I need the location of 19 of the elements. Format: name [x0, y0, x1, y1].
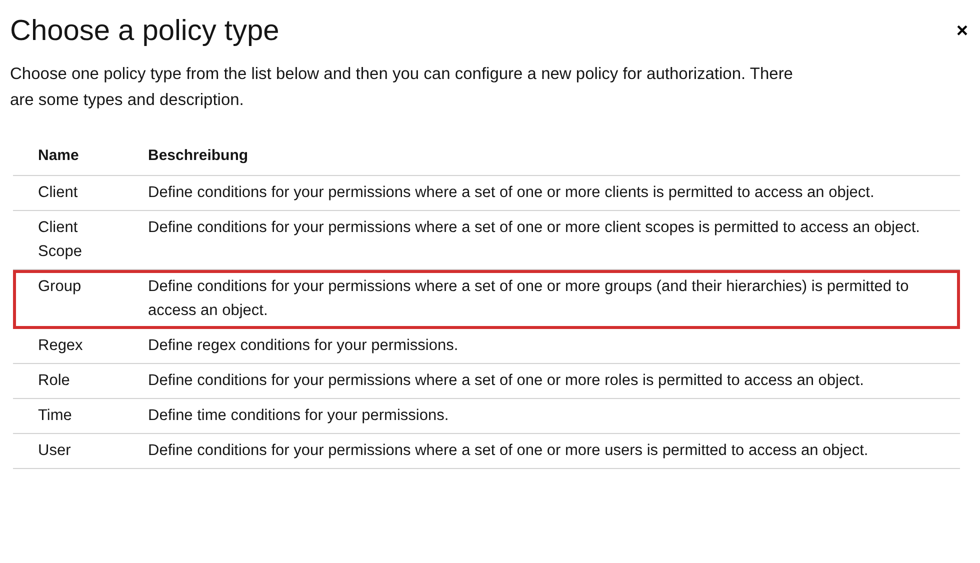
policy-description: Define regex conditions for your permissions.	[148, 337, 458, 354]
policy-name[interactable]: Client Scope	[38, 216, 98, 264]
policy-name[interactable]: Role	[38, 369, 98, 394]
policy-name[interactable]: User	[38, 439, 98, 464]
policy-name[interactable]: Time	[38, 404, 98, 428]
policy-description: Define conditions for your permissions where a set of one or more clients is permitted to access an object.	[148, 184, 874, 202]
policy-name[interactable]: Client	[38, 181, 98, 206]
policy-description: Define time conditions for your permissions.	[148, 407, 449, 424]
column-header: Name	[13, 136, 148, 176]
policy-description: Define conditions for your permissions where a set of one or more groups (and their hierarchies) is permitted to access an object.	[148, 278, 909, 320]
policy-description: Define conditions for your permissions where a set of one or more client scopes is permitted to access an object.	[148, 219, 920, 236]
policy-description: Define conditions for your permissions where a set of one or more users is permitted to access an object.	[148, 442, 868, 460]
dialog-description: Choose one policy type from the list below and then you can configure a new policy for authorization. There are some types and description.	[10, 64, 794, 111]
column-header: Beschreibung	[148, 136, 960, 176]
dialog-title: Choose a policy type	[10, 14, 280, 49]
policy-name[interactable]: Regex	[38, 334, 98, 358]
close-button[interactable]: ×	[952, 21, 972, 42]
policy-name[interactable]: Group	[38, 275, 98, 300]
policy-description: Define conditions for your permissions where a set of one or more roles is permitted to access an object.	[148, 372, 864, 390]
